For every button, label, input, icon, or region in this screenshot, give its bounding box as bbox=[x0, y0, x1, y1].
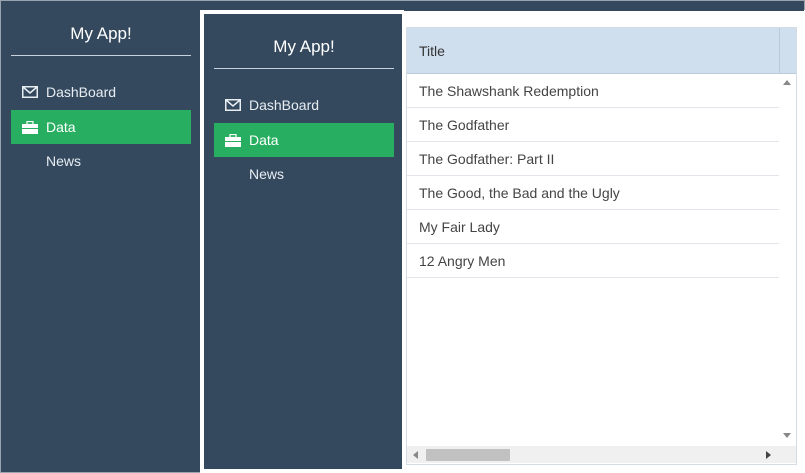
outer-sidebar-item-dashboard[interactable]: DashBoard bbox=[11, 75, 191, 109]
sidebar-item-label: News bbox=[46, 153, 82, 169]
sidebar-item-label: News bbox=[249, 166, 285, 182]
sidebar-item-label: Data bbox=[46, 119, 76, 135]
scroll-right-icon[interactable] bbox=[766, 451, 771, 459]
envelope-icon bbox=[21, 85, 39, 99]
sidebar-item-label: Data bbox=[249, 132, 279, 148]
scrollbar-corner bbox=[779, 446, 796, 463]
table-row[interactable]: The Godfather: Part II bbox=[407, 142, 779, 176]
grid-header: Title bbox=[407, 28, 796, 74]
data-grid: Title The Shawshank Redemption The Godfa… bbox=[406, 27, 797, 465]
inner-app-title: My App! bbox=[214, 37, 394, 69]
sidebar-item-label: DashBoard bbox=[46, 84, 117, 100]
outer-app-title: My App! bbox=[11, 24, 191, 56]
column-header-title[interactable]: Title bbox=[419, 43, 445, 59]
sidebar-item-label: DashBoard bbox=[249, 97, 320, 113]
top-strip bbox=[404, 10, 804, 11]
inner-sidebar: My App! DashBoard Data News bbox=[204, 14, 402, 469]
outer-sidebar-item-data[interactable]: Data bbox=[11, 110, 191, 144]
table-row[interactable]: 12 Angry Men bbox=[407, 244, 779, 278]
outer-sidebar-item-news[interactable]: News bbox=[11, 144, 191, 178]
inner-sidebar-item-dashboard[interactable]: DashBoard bbox=[214, 88, 394, 122]
briefcase-icon bbox=[224, 133, 242, 147]
vertical-scrollbar[interactable] bbox=[779, 74, 796, 446]
table-row[interactable]: The Godfather bbox=[407, 108, 779, 142]
scroll-down-icon[interactable] bbox=[783, 433, 791, 438]
grid-body: The Shawshank Redemption The Godfather T… bbox=[407, 74, 779, 278]
inner-sidebar-item-news[interactable]: News bbox=[214, 157, 394, 191]
horizontal-scrollbar[interactable] bbox=[407, 446, 779, 463]
table-row[interactable]: The Shawshank Redemption bbox=[407, 74, 779, 108]
outer-sidebar: My App! DashBoard Data News bbox=[1, 1, 200, 472]
scroll-up-icon[interactable] bbox=[783, 80, 791, 85]
scrollbar-thumb[interactable] bbox=[426, 449, 510, 461]
scroll-left-icon[interactable] bbox=[413, 451, 418, 459]
briefcase-icon bbox=[21, 120, 39, 134]
table-row[interactable]: My Fair Lady bbox=[407, 210, 779, 244]
column-divider bbox=[779, 28, 780, 73]
table-row[interactable]: The Good, the Bad and the Ugly bbox=[407, 176, 779, 210]
inner-sidebar-item-data[interactable]: Data bbox=[214, 123, 394, 157]
envelope-icon bbox=[224, 98, 242, 112]
